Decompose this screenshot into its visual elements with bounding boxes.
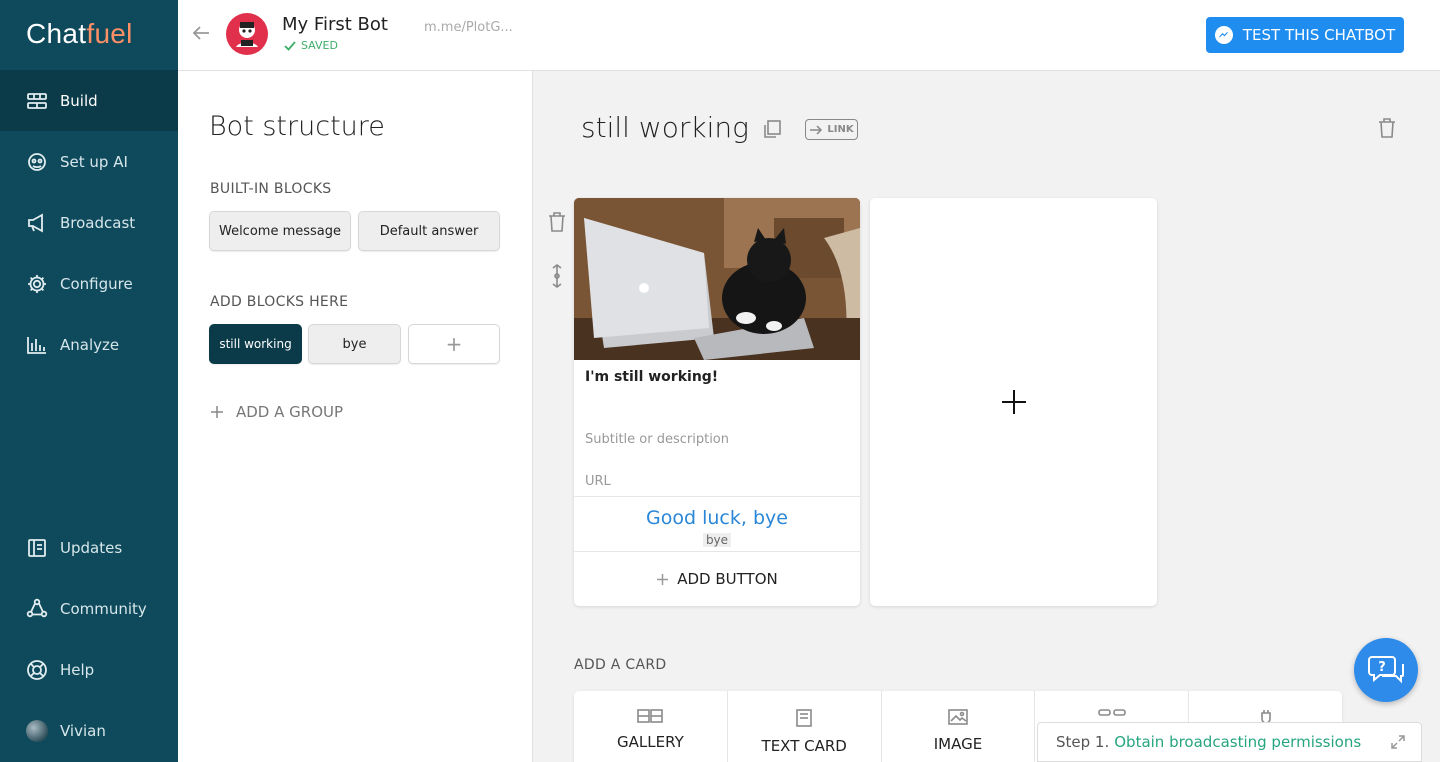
nav-updates[interactable]: Updates (0, 517, 178, 578)
text-card-icon (796, 709, 812, 727)
logo-text: Chat (26, 18, 87, 49)
nav-configure[interactable]: Configure (0, 253, 178, 314)
expand-icon[interactable] (1391, 735, 1405, 749)
bot-structure-panel: Bot structure BUILT-IN BLOCKS Welcome me… (178, 71, 533, 762)
bar-chart-icon (25, 333, 49, 357)
add-gallery-item-button[interactable] (870, 198, 1157, 606)
add-button-button[interactable]: ADD BUTTON (574, 552, 860, 606)
user-avatar (25, 719, 49, 743)
lifebuoy-icon (25, 658, 49, 682)
card-image-cat-laptop[interactable] (574, 198, 860, 360)
nav-setup-ai[interactable]: Set up AI (0, 131, 178, 192)
card-type-image-label: IMAGE (933, 735, 983, 753)
block-welcome-message[interactable]: Welcome message (209, 211, 351, 251)
nav-setup-ai-label: Set up AI (60, 152, 128, 171)
ai-brain-icon (25, 150, 49, 174)
step-prefix: Step 1. (1056, 733, 1110, 751)
card-type-text[interactable]: TEXT CARD (728, 691, 882, 762)
onboarding-step-bar[interactable]: Step 1. Obtain broadcasting permissions (1037, 722, 1422, 762)
plus-icon (1001, 390, 1026, 414)
block-still-working[interactable]: still working (209, 324, 302, 364)
card-button-label: Good luck, bye (646, 507, 788, 529)
card-type-text-label: TEXT CARD (761, 737, 847, 755)
top-header: My First Bot SAVED m.me/PlotG... TEST TH… (178, 0, 1440, 71)
link-arrow-icon (810, 124, 823, 135)
messenger-icon (1214, 26, 1233, 44)
back-arrow-icon[interactable] (190, 22, 212, 44)
list-icon (1097, 709, 1126, 716)
card-button-target-block: bye (702, 533, 732, 547)
saved-status: SAVED (284, 39, 338, 52)
image-icon (948, 709, 968, 725)
block-bye[interactable]: bye (308, 324, 401, 364)
card-type-gallery[interactable]: GALLERY (574, 691, 728, 762)
card-button-good-luck[interactable]: Good luck, bye bye (574, 496, 860, 551)
megaphone-icon (25, 211, 49, 235)
help-chat-button[interactable]: ? (1354, 638, 1418, 702)
nav-analyze-label: Analyze (60, 335, 120, 354)
nav-community-label: Community (60, 599, 147, 618)
gallery-icon (637, 709, 664, 723)
link-button[interactable]: LINK (805, 119, 858, 140)
nav-build-label: Build (60, 91, 98, 110)
logo-accent-text: fuel (86, 18, 133, 49)
block-editor: still working LINK I'm still working! Su… (533, 71, 1440, 762)
test-chatbot-label: TEST THIS CHATBOT (1242, 26, 1396, 44)
nav-broadcast-label: Broadcast (60, 213, 136, 232)
delete-card-trash-icon[interactable] (547, 211, 567, 233)
nav-build[interactable]: Build (0, 70, 178, 131)
block-title[interactable]: still working (581, 111, 749, 144)
checkmark-icon (284, 40, 296, 51)
card-type-gallery-label: GALLERY (617, 733, 684, 751)
nav-broadcast[interactable]: Broadcast (0, 192, 178, 253)
drag-handle-icon[interactable] (549, 263, 565, 289)
nav-configure-label: Configure (60, 274, 133, 293)
bot-link[interactable]: m.me/PlotG... (424, 20, 513, 35)
community-icon (25, 597, 49, 621)
step-link[interactable]: Obtain broadcasting permissions (1114, 733, 1361, 751)
nav-community[interactable]: Community (0, 578, 178, 639)
link-label: LINK (827, 124, 854, 135)
add-blocks-label: ADD BLOCKS HERE (210, 294, 349, 310)
bot-name[interactable]: My First Bot (282, 14, 388, 35)
add-group-button[interactable]: ADD A GROUP (210, 403, 343, 421)
nav-help[interactable]: Help (0, 639, 178, 700)
builtin-blocks-label: BUILT-IN BLOCKS (210, 181, 332, 197)
user-name: Vivian (60, 721, 106, 740)
copy-icon[interactable] (761, 118, 783, 140)
add-button-label: ADD BUTTON (677, 570, 778, 588)
card-url-field[interactable]: URL (585, 474, 611, 489)
test-chatbot-button[interactable]: TEST THIS CHATBOT (1206, 17, 1404, 53)
add-group-label: ADD A GROUP (236, 403, 344, 421)
block-default-answer[interactable]: Default answer (358, 211, 500, 251)
gallery-card: I'm still working! Subtitle or descripti… (574, 198, 860, 606)
saved-label: SAVED (301, 39, 338, 52)
plus-icon (211, 406, 223, 418)
add-block-button[interactable]: + (408, 324, 500, 364)
nav-updates-label: Updates (60, 538, 123, 557)
chatfuel-logo[interactable]: Chatfuel (26, 18, 133, 50)
nav-user-profile[interactable]: Vivian (0, 700, 178, 761)
card-type-image[interactable]: IMAGE (882, 691, 1036, 762)
delete-block-trash-icon[interactable] (1377, 117, 1399, 141)
plus-icon (657, 573, 669, 585)
sidebar: Chatfuel Build Set up AI Broadcast Confi… (0, 0, 178, 762)
build-blocks-icon (25, 89, 49, 113)
gear-icon (25, 272, 49, 296)
svg-text:?: ? (1378, 660, 1386, 675)
nav-help-label: Help (60, 660, 95, 679)
add-a-card-label: ADD A CARD (574, 657, 667, 673)
bot-avatar[interactable] (226, 13, 268, 55)
card-title-field[interactable]: I'm still working! (585, 369, 718, 385)
nav-analyze[interactable]: Analyze (0, 314, 178, 375)
card-subtitle-field[interactable]: Subtitle or description (585, 432, 729, 447)
updates-document-icon (25, 536, 49, 560)
panel-title: Bot structure (209, 111, 385, 142)
help-chat-icon: ? (1368, 656, 1404, 684)
